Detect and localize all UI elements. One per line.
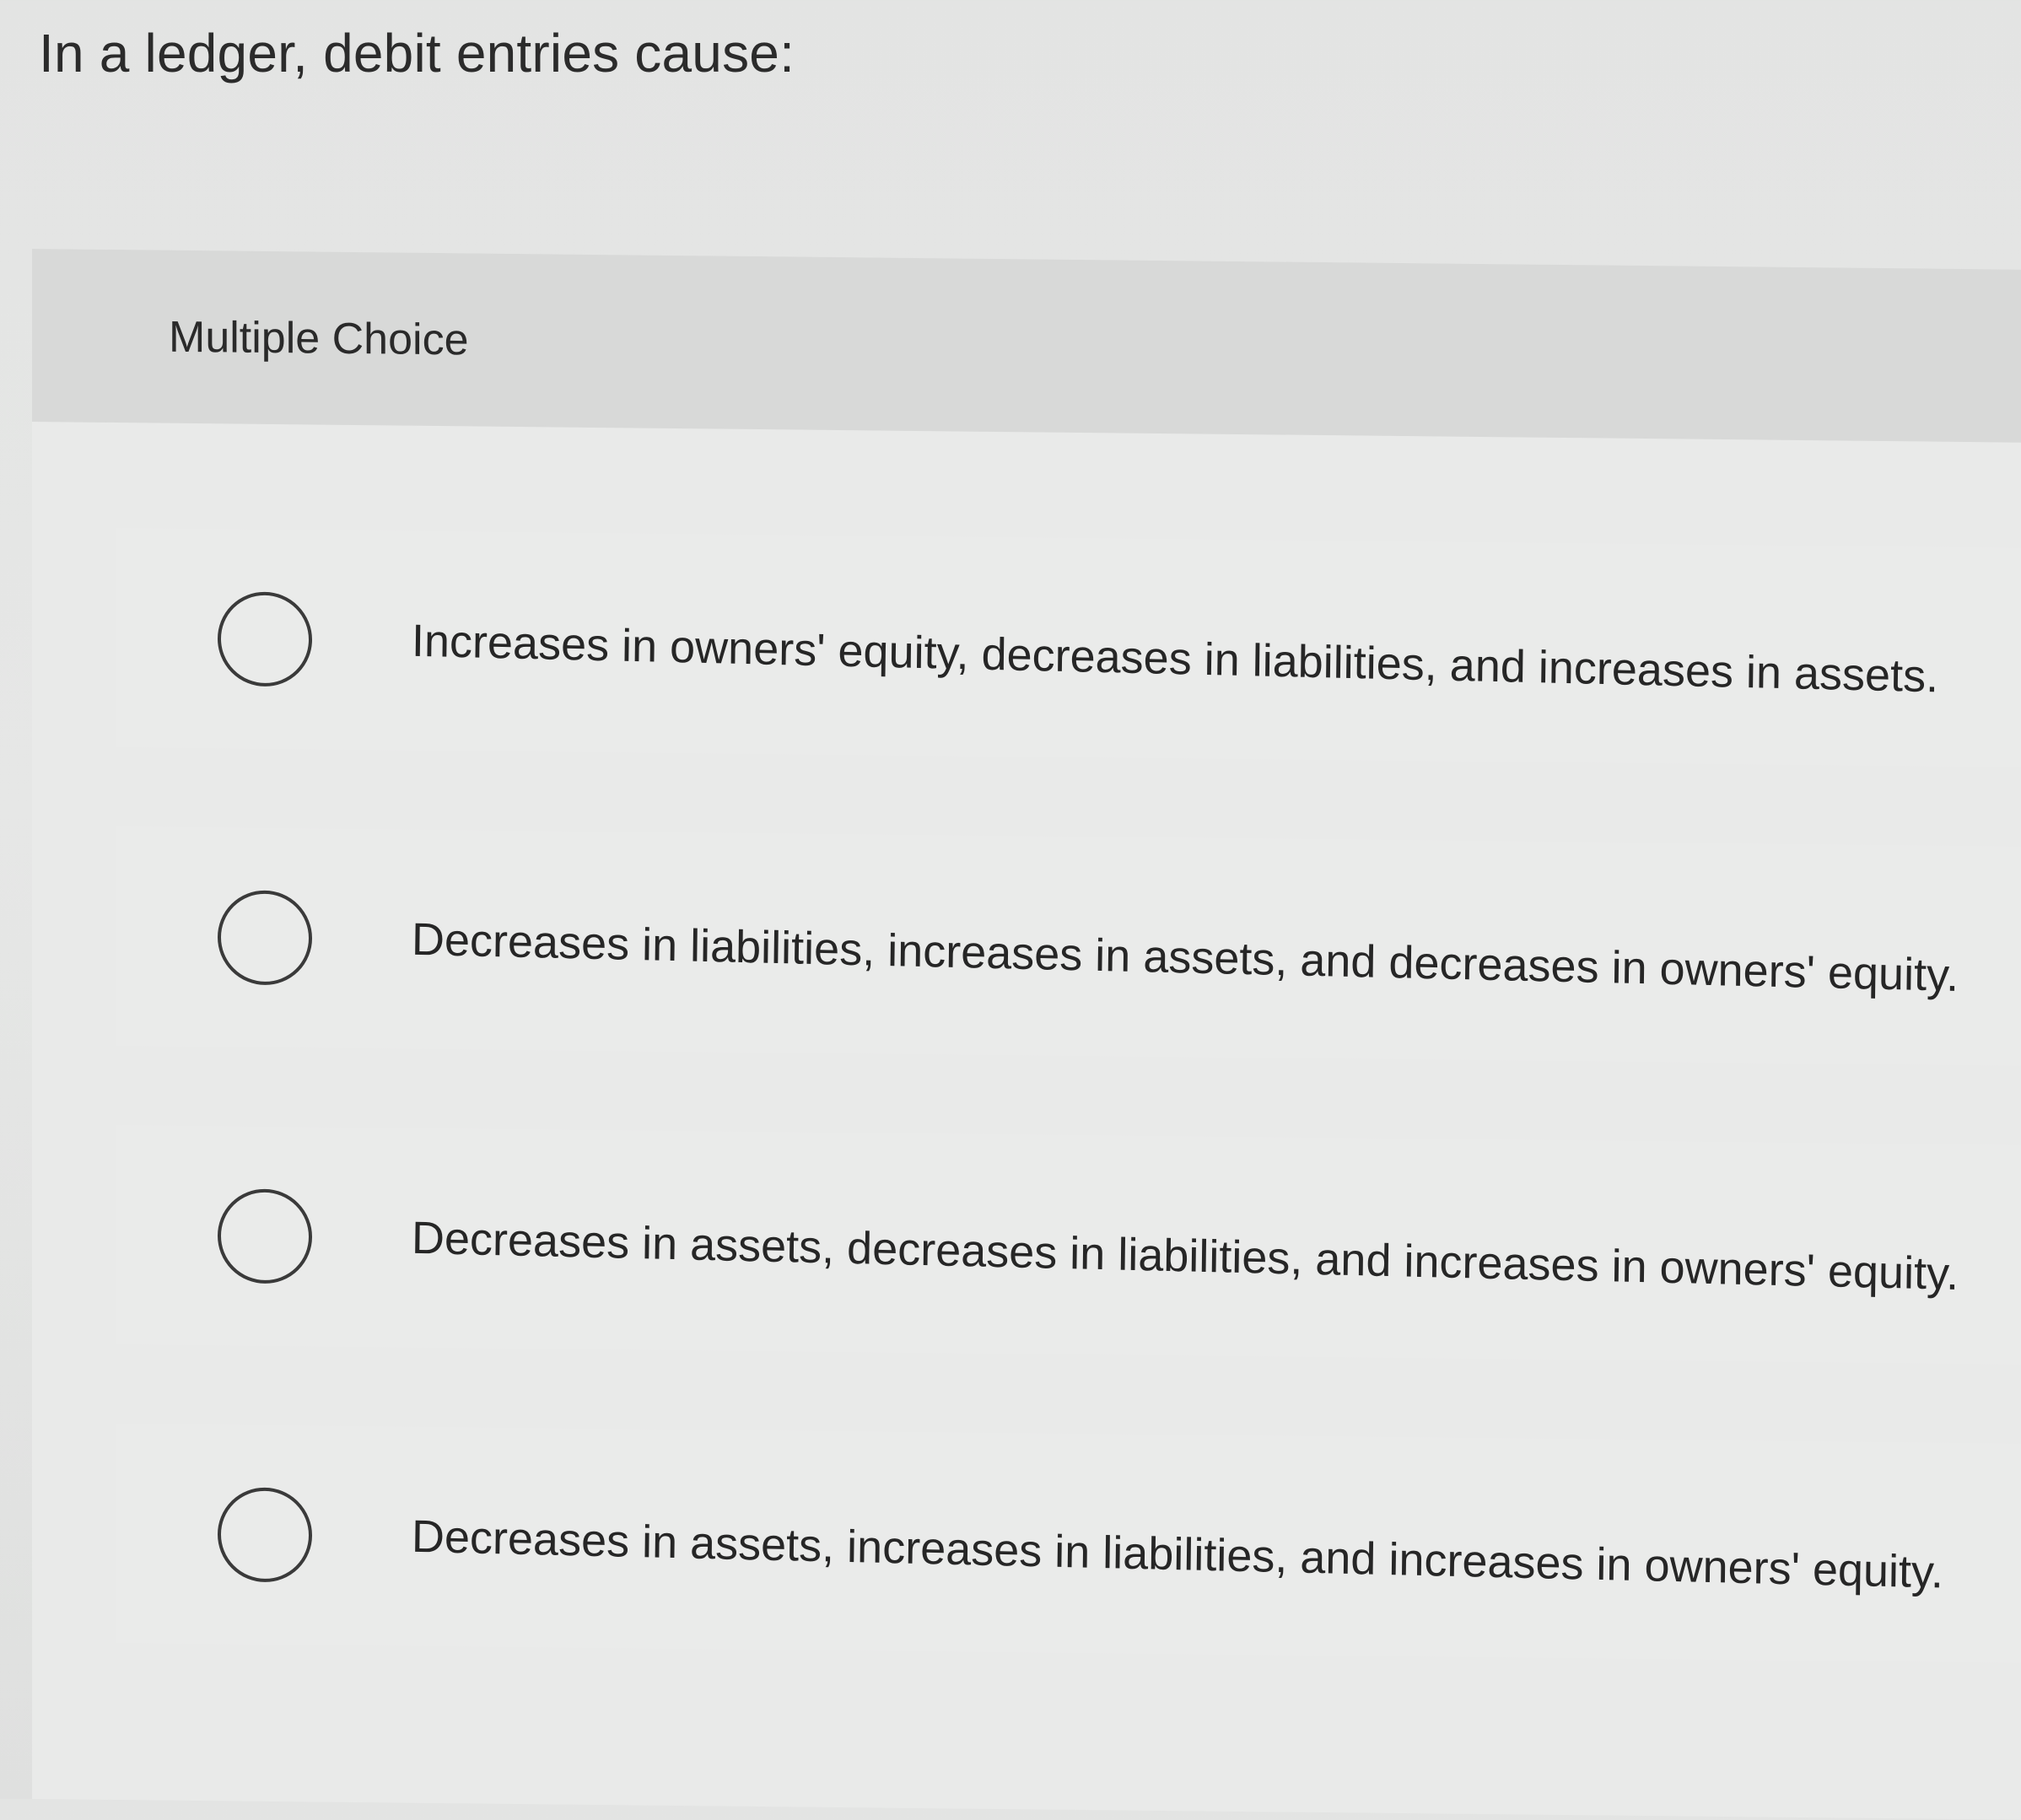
question-text: In a ledger, debit entries cause: — [39, 23, 795, 83]
answer-option[interactable]: Decreases in assets, increases in liabil… — [116, 1424, 2021, 1663]
answer-option-label: Increases in owners' equity, decreases i… — [411, 615, 1939, 703]
answer-option[interactable]: Increases in owners' equity, decreases i… — [116, 528, 2021, 767]
panel-header: Multiple Choice — [32, 249, 2021, 443]
radio-button[interactable] — [218, 890, 312, 986]
answer-option-label: Decreases in liabilities, increases in a… — [411, 913, 1959, 1001]
radio-button[interactable] — [218, 1188, 312, 1284]
answer-option[interactable]: Decreases in liabilities, increases in a… — [116, 827, 2021, 1066]
answer-option[interactable]: Decreases in assets, decreases in liabil… — [116, 1125, 2021, 1365]
multiple-choice-panel: Multiple Choice Increases in owners' equ… — [32, 249, 2021, 1820]
answer-option-label: Decreases in assets, increases in liabil… — [411, 1510, 1944, 1598]
question-type-label: Multiple Choice — [169, 312, 469, 365]
radio-button[interactable] — [218, 1487, 312, 1583]
answer-option-label: Decreases in assets, decreases in liabil… — [411, 1212, 1959, 1300]
answer-options: Increases in owners' equity, decreases i… — [116, 528, 2021, 1742]
radio-button[interactable] — [218, 591, 312, 687]
